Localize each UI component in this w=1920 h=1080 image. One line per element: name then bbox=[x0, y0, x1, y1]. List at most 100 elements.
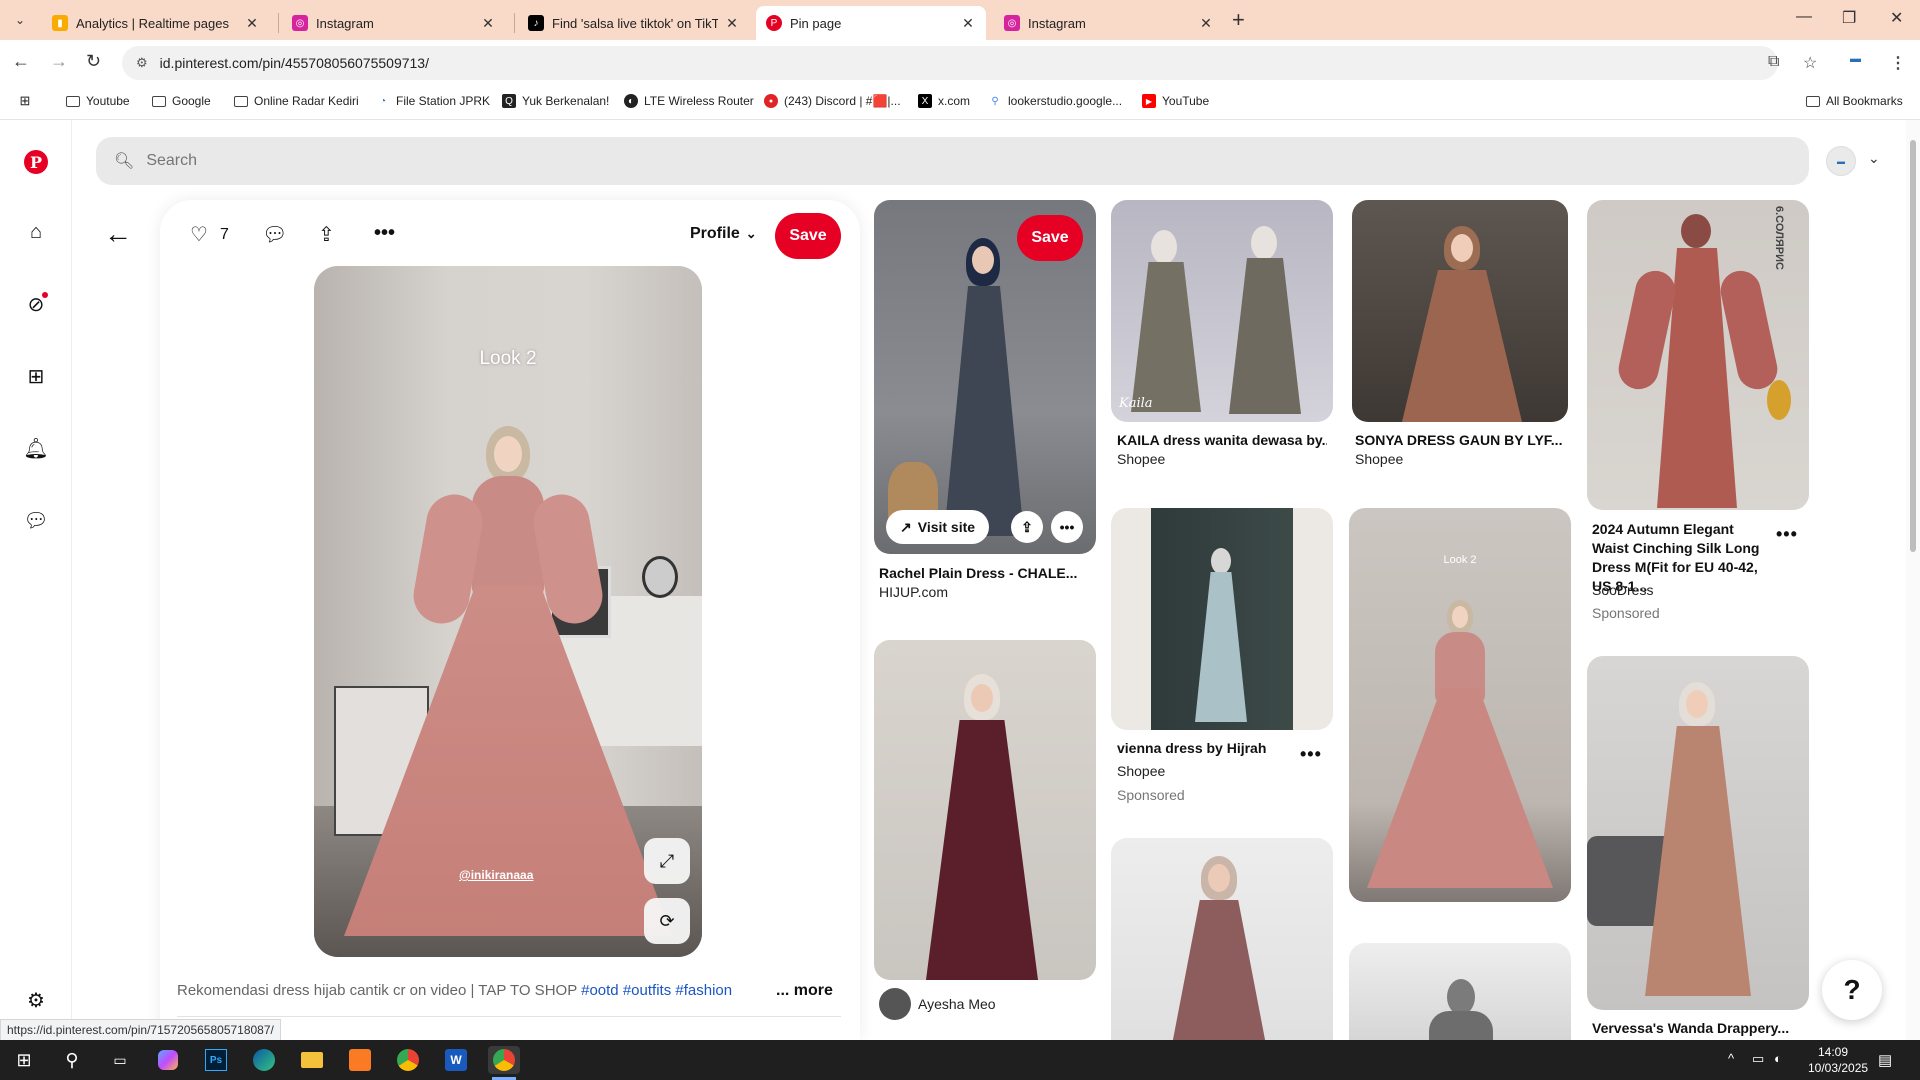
window-close-icon[interactable]: ✕ bbox=[1890, 8, 1903, 28]
address-bar[interactable]: ⚙ id.pinterest.com/pin/45570805607550971… bbox=[122, 46, 1778, 80]
pin-source[interactable]: Shopee bbox=[1355, 451, 1403, 467]
visit-site-button[interactable]: ↗ Visit site bbox=[886, 510, 990, 544]
chrome-icon[interactable] bbox=[488, 1046, 520, 1074]
bookmark-google-folder[interactable]: Google bbox=[152, 94, 211, 108]
hashtag-link[interactable]: #outfits bbox=[623, 982, 671, 999]
new-tab-plus-icon[interactable]: + bbox=[1232, 8, 1245, 32]
hashtag-link[interactable]: #fashion bbox=[675, 982, 732, 999]
more-options-icon[interactable]: ••• bbox=[374, 222, 395, 245]
chrome-alt-icon[interactable] bbox=[392, 1046, 424, 1074]
tab-close-icon[interactable]: ✕ bbox=[480, 15, 496, 32]
tab-instagram-2[interactable]: ◎ Instagram ✕ bbox=[994, 6, 1224, 40]
bookmark-star-icon[interactable]: ☆ bbox=[1803, 53, 1817, 73]
pin-title[interactable]: KAILA dress wanita dewasa by... bbox=[1117, 432, 1327, 448]
grid-pin-grey-hijab[interactable] bbox=[1349, 943, 1571, 1040]
notifications-bell-icon[interactable]: 🔔︎ bbox=[22, 434, 50, 462]
tab-instagram-1[interactable]: ◎ Instagram ✕ bbox=[282, 6, 506, 40]
tray-chevron-up-icon[interactable]: ^ bbox=[1728, 1051, 1734, 1066]
pinterest-logo-icon[interactable]: P bbox=[22, 148, 50, 176]
bookmark-youtube[interactable]: ▶ YouTube bbox=[1142, 94, 1209, 108]
more-options-icon[interactable]: ••• bbox=[1300, 744, 1322, 765]
pin-title[interactable]: vienna dress by Hijrah bbox=[1117, 740, 1287, 756]
tab-close-icon[interactable]: ✕ bbox=[1198, 15, 1214, 32]
pin-main-image[interactable]: Look 2 @inikiranaaa ⤢ ⟳ bbox=[314, 266, 702, 957]
more-options-icon[interactable]: ••• bbox=[1776, 524, 1798, 545]
bookmark-x[interactable]: Xx.com bbox=[918, 94, 970, 108]
settings-gear-icon[interactable]: ⚙ bbox=[22, 986, 50, 1014]
address-url[interactable]: id.pinterest.com/pin/455708056075509713/ bbox=[160, 55, 429, 71]
extension-icon[interactable]: ▬ bbox=[1850, 53, 1861, 65]
account-avatar[interactable]: ▬ bbox=[1826, 146, 1856, 176]
apps-grid-icon[interactable]: ⊞ bbox=[18, 93, 38, 108]
chevron-down-icon[interactable]: ⌄ bbox=[1868, 150, 1880, 167]
grid-pin-vienna[interactable] bbox=[1111, 508, 1333, 730]
comment-icon[interactable]: 💬︎ bbox=[262, 222, 287, 247]
grid-pin-silk-dress[interactable]: 6.СОЛЯРИС bbox=[1587, 200, 1809, 510]
tab-close-icon[interactable]: ✕ bbox=[724, 15, 740, 32]
tab-close-icon[interactable]: ✕ bbox=[960, 15, 976, 32]
all-bookmarks[interactable]: All Bookmarks bbox=[1806, 94, 1903, 108]
photoshop-icon[interactable]: Ps bbox=[200, 1046, 232, 1074]
word-icon[interactable]: W bbox=[440, 1046, 472, 1074]
grid-pin-look2[interactable]: Look 2 bbox=[1349, 508, 1571, 902]
profile-dropdown[interactable]: Profile ⌄ bbox=[690, 225, 757, 243]
copilot-icon[interactable] bbox=[152, 1046, 184, 1074]
bookmark-yuk-berkenalan[interactable]: Q Yuk Berkenalan! bbox=[502, 94, 609, 108]
grid-pin-kaila[interactable]: Kaila bbox=[1111, 200, 1333, 422]
site-info-icon[interactable]: ⚙ bbox=[136, 55, 148, 71]
bookmark-lookerstudio[interactable]: ⚲ lookerstudio.google... bbox=[988, 94, 1122, 108]
tab-close-icon[interactable]: ✕ bbox=[244, 15, 260, 32]
volume-icon[interactable]: ◐ bbox=[1774, 1051, 1782, 1066]
grid-save-button[interactable]: Save bbox=[1017, 215, 1083, 261]
back-arrow-icon[interactable]: ← bbox=[12, 51, 30, 72]
bookmark-file-station[interactable]: ◔ File Station JPRK bbox=[376, 94, 490, 108]
help-button[interactable]: ? bbox=[1822, 960, 1882, 1020]
avatar[interactable] bbox=[879, 988, 911, 1020]
network-icon[interactable]: ▭ bbox=[1752, 1051, 1764, 1067]
messages-chat-icon[interactable]: 💬︎ bbox=[22, 506, 50, 534]
xampp-icon[interactable] bbox=[344, 1046, 376, 1074]
bookmark-youtube-folder[interactable]: Youtube bbox=[66, 94, 130, 108]
notification-center-icon[interactable]: ▤ bbox=[1878, 1051, 1892, 1069]
forward-arrow-icon[interactable]: → bbox=[50, 51, 68, 72]
like-button[interactable]: ♡ 7 bbox=[190, 222, 229, 247]
grid-pin-mauve-dress[interactable] bbox=[1111, 838, 1333, 1040]
scrollbar-thumb[interactable] bbox=[1910, 140, 1916, 552]
pin-title[interactable]: SONYA DRESS GAUN BY LYF... bbox=[1355, 432, 1565, 448]
create-plus-icon[interactable]: ⊞ bbox=[22, 362, 50, 390]
pin-source[interactable]: HIJUP.com bbox=[879, 584, 948, 600]
page-scrollbar[interactable] bbox=[1906, 120, 1920, 1040]
description-more-link[interactable]: ... more bbox=[770, 982, 833, 1000]
save-button[interactable]: Save bbox=[775, 213, 841, 259]
grid-pin-sonya[interactable] bbox=[1352, 200, 1568, 422]
reload-icon[interactable]: ↻ bbox=[86, 51, 101, 72]
windows-start-icon[interactable]: ⊞ bbox=[8, 1046, 40, 1074]
pin-source[interactable]: Ayesha Meo bbox=[918, 996, 996, 1012]
search-bar[interactable]: 🔍︎ bbox=[96, 137, 1809, 185]
taskbar-search-icon[interactable]: ⚲ bbox=[56, 1046, 88, 1074]
bookmark-lte-router[interactable]: ◐ LTE Wireless Router bbox=[624, 94, 754, 108]
edge-icon[interactable] bbox=[248, 1046, 280, 1074]
tab-tiktok[interactable]: ♪ Find 'salsa live tiktok' on TikTok ✕ bbox=[518, 6, 750, 40]
minimize-icon[interactable]: — bbox=[1796, 8, 1812, 26]
home-icon[interactable]: ⌂ bbox=[22, 218, 50, 246]
pin-source[interactable]: Shopee bbox=[1117, 451, 1165, 467]
file-explorer-icon[interactable] bbox=[296, 1046, 328, 1074]
grid-pin-wanda[interactable] bbox=[1587, 656, 1809, 1010]
pin-title[interactable]: Rachel Plain Dress - CHALE... bbox=[879, 565, 1089, 581]
restore-icon[interactable]: ❐ bbox=[1842, 8, 1856, 28]
pin-source[interactable]: Shopee bbox=[1117, 763, 1165, 779]
tab-analytics[interactable]: ▮ Analytics | Realtime pages ✕ bbox=[42, 6, 270, 40]
pin-title[interactable]: Vervessa's Wanda Drappery... bbox=[1592, 1020, 1802, 1036]
explore-compass-icon[interactable]: ⊘ bbox=[22, 290, 50, 318]
back-arrow-icon[interactable]: ← bbox=[104, 218, 132, 250]
more-options-icon[interactable]: ••• bbox=[1051, 511, 1083, 543]
share-icon[interactable]: ⇪ bbox=[1011, 511, 1043, 543]
visual-search-icon[interactable]: ⟳ bbox=[644, 898, 690, 944]
grid-pin-maroon-dress[interactable] bbox=[874, 640, 1096, 980]
expand-icon[interactable]: ⤢ bbox=[644, 838, 690, 884]
install-app-icon[interactable]: ⧉ bbox=[1768, 53, 1779, 71]
tab-search-chevron-icon[interactable]: ⌄ bbox=[8, 8, 32, 32]
hashtag-link[interactable]: #ootd bbox=[581, 982, 619, 999]
tab-pin-page[interactable]: P Pin page ✕ bbox=[756, 6, 986, 40]
